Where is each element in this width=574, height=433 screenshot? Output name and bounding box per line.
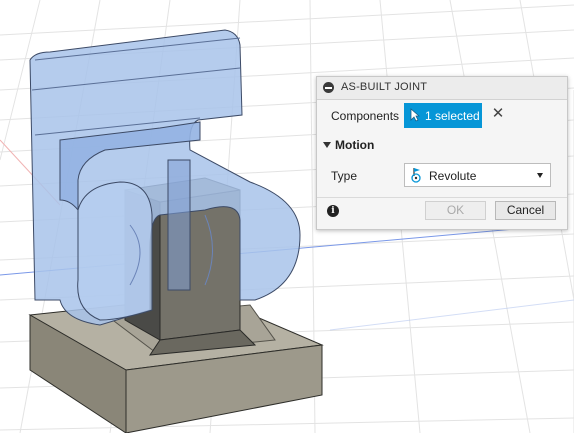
revolute-joint-icon <box>411 168 421 183</box>
type-label: Type <box>331 169 358 183</box>
close-icon[interactable]: ✕ <box>491 106 505 122</box>
selection-count-text: 1 selected <box>425 109 480 123</box>
motion-section-label[interactable]: Motion <box>335 138 374 152</box>
joint-type-value: Revolute <box>429 169 477 183</box>
components-label: Components <box>331 109 400 123</box>
chevron-down-icon <box>537 173 543 178</box>
select-cursor-icon <box>410 108 420 122</box>
dialog-header: AS-BUILT JOINT <box>317 77 567 100</box>
components-selection-button[interactable]: 1 selected <box>404 103 482 128</box>
as-built-joint-dialog: AS-BUILT JOINT Components 1 selected ✕ M… <box>316 76 568 230</box>
joint-type-select[interactable]: Revolute <box>404 163 551 187</box>
chevron-down-icon[interactable] <box>323 142 331 148</box>
ok-button[interactable]: OK <box>425 201 486 220</box>
cancel-button[interactable]: Cancel <box>495 201 556 220</box>
info-icon[interactable]: i <box>327 205 339 217</box>
footer-divider <box>317 197 567 198</box>
collapse-icon[interactable] <box>323 82 334 93</box>
dialog-title: AS-BUILT JOINT <box>341 81 428 93</box>
